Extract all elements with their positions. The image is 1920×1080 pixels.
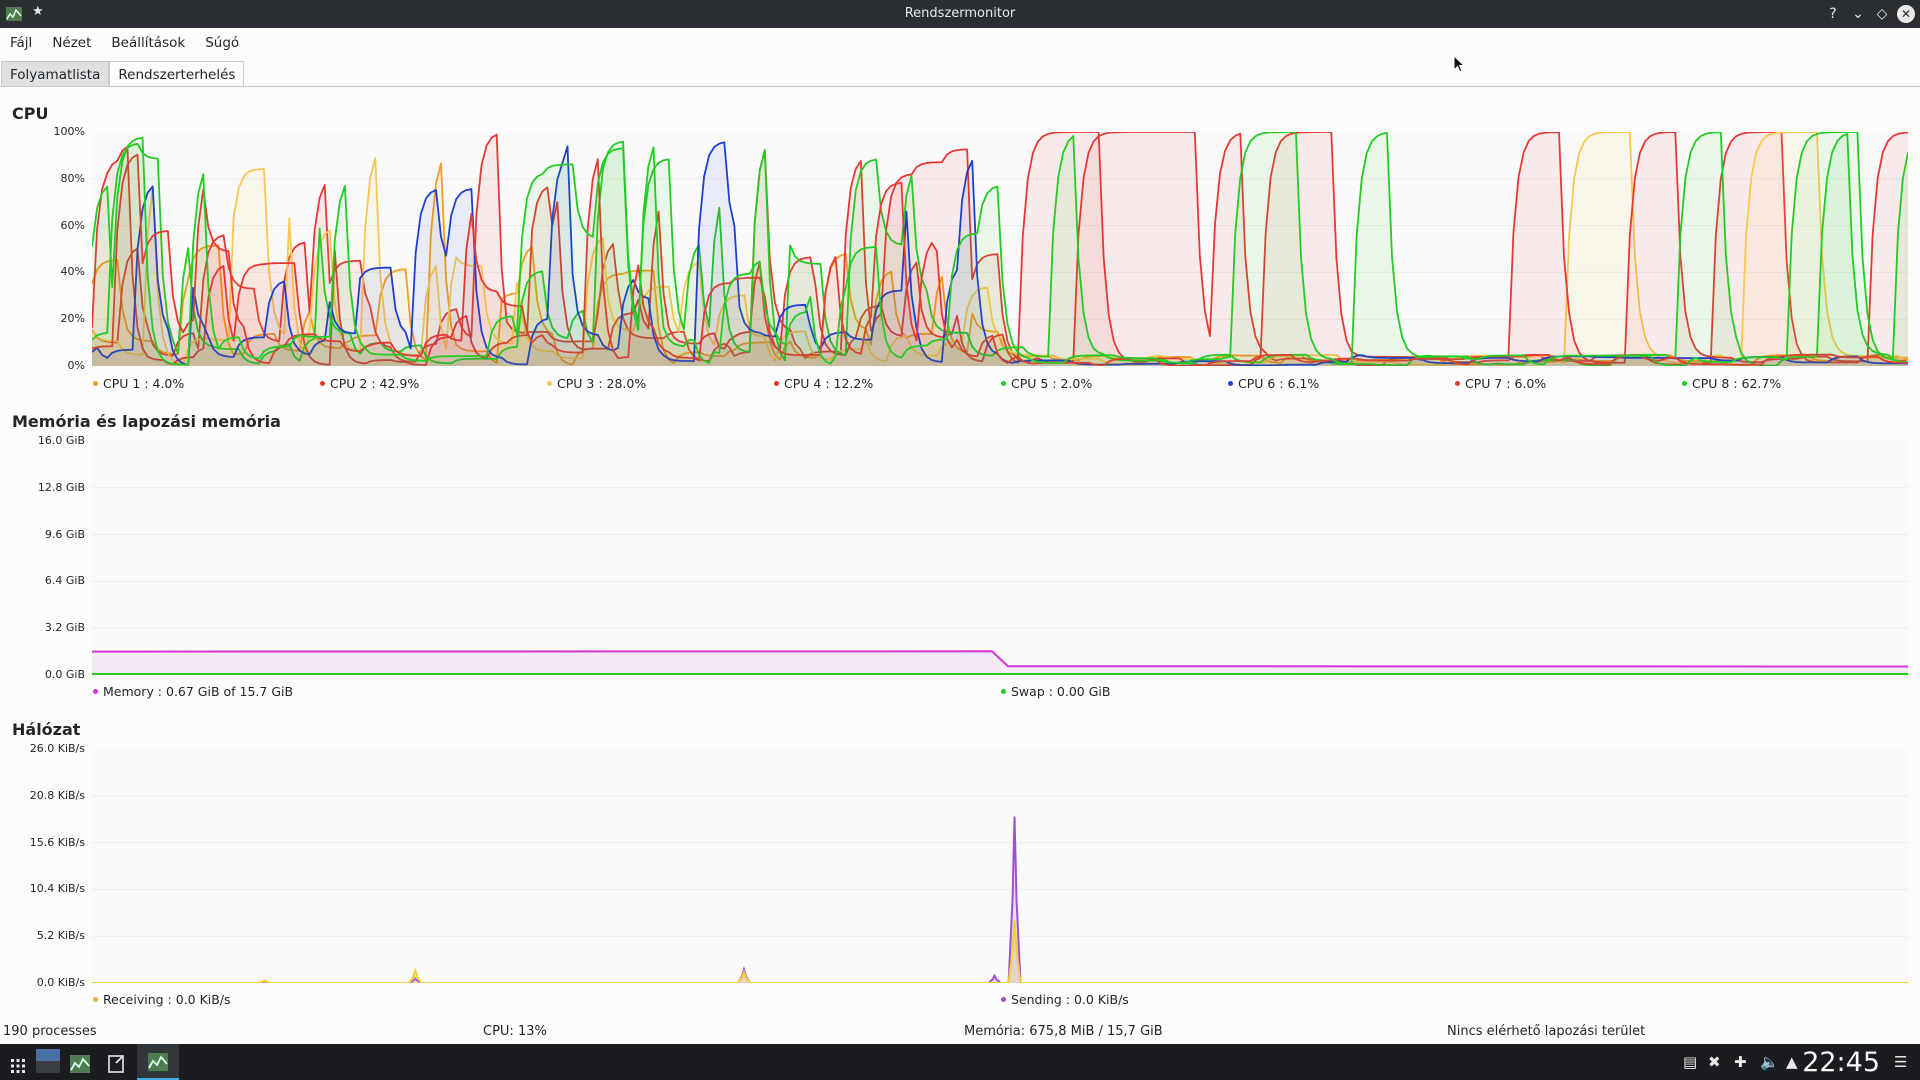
legend-label: CPU 3 : 28.0%: [557, 376, 647, 391]
cpu-legend-item: CPU 1 : 4.0%: [93, 376, 184, 391]
legend-color-dot: [547, 381, 552, 386]
legend-label: Sending : 0.0 KiB/s: [1011, 992, 1129, 1007]
legend-color-dot: [1001, 689, 1006, 694]
memory-section-title: Memória és lapozási memória: [12, 412, 281, 431]
memory-legend-item: Swap : 0.00 GiB: [1001, 684, 1110, 699]
menu-bar: Fájl Nézet Beállítások Súgó: [0, 31, 249, 55]
menu-view[interactable]: Nézet: [42, 31, 101, 55]
attachment-icon[interactable]: ✚: [1734, 1053, 1747, 1071]
cpu-legend-item: CPU 6 : 6.1%: [1228, 376, 1319, 391]
memory-y-tick: 0.0 GiB: [44, 668, 85, 681]
status-memory: Memória: 675,8 MiB / 15,7 GiB: [964, 1024, 1163, 1039]
memory-y-tick: 9.6 GiB: [44, 527, 85, 541]
app-launcher-icon[interactable]: [10, 1054, 26, 1078]
legend-color-dot: [93, 381, 98, 386]
legend-color-dot: [1001, 381, 1006, 386]
close-icon[interactable]: ✕: [1897, 5, 1915, 23]
legend-label: CPU 1 : 4.0%: [103, 376, 185, 391]
status-processes: 190 processes: [3, 1024, 97, 1039]
legend-label: CPU 4 : 12.2%: [784, 376, 874, 391]
legend-label: CPU 2 : 42.9%: [330, 376, 420, 391]
cpu-legend-item: CPU 5 : 2.0%: [1001, 376, 1092, 391]
legend-color-dot: [93, 689, 98, 694]
sending-line: [92, 816, 1908, 983]
tab-process-list[interactable]: Folyamatlista: [1, 61, 110, 87]
clipboard-icon[interactable]: ▤: [1683, 1053, 1697, 1071]
receiving-area: [92, 920, 1908, 983]
window-title: Rendszermonitor: [904, 6, 1016, 21]
network-y-tick: 26.0 KiB/s: [29, 742, 85, 755]
help-icon[interactable]: ?: [1823, 4, 1843, 24]
legend-label: CPU 7 : 6.0%: [1465, 376, 1547, 391]
active-task-system-monitor[interactable]: [137, 1044, 179, 1080]
menu-settings[interactable]: Beállítások: [101, 31, 195, 55]
cpu-y-tick: 100%: [53, 125, 85, 138]
legend-label: CPU 6 : 6.1%: [1238, 376, 1320, 391]
legend-label: Memory : 0.67 GiB of 15.7 GiB: [103, 684, 294, 699]
memory-area: [92, 651, 1908, 675]
network-legend-item: Receiving : 0.0 KiB/s: [93, 992, 231, 1007]
menu-help[interactable]: Súgó: [195, 31, 249, 55]
clock[interactable]: 22:45: [1802, 1047, 1880, 1078]
legend-color-dot: [774, 381, 779, 386]
legend-color-dot: [93, 997, 98, 1002]
memory-legend-item: Memory : 0.67 GiB of 15.7 GiB: [93, 684, 293, 699]
legend-label: CPU 8 : 62.7%: [1692, 376, 1782, 391]
tab-divider: [0, 86, 1920, 87]
network-y-tick: 0.0 KiB/s: [36, 976, 85, 989]
legend-label: Receiving : 0.0 KiB/s: [103, 992, 231, 1007]
taskbar: ▤ ✖ ✚ 🔈 ▲ 22:45 ☰: [0, 1044, 1920, 1080]
cpu-legend-item: CPU 7 : 6.0%: [1455, 376, 1546, 391]
memory-chart: [92, 441, 1908, 675]
legend-label: Swap : 0.00 GiB: [1011, 684, 1111, 699]
cpu-legend-item: CPU 2 : 42.9%: [320, 376, 419, 391]
expand-tray-icon[interactable]: ▲: [1786, 1053, 1798, 1071]
cpu-legend-item: CPU 4 : 12.2%: [774, 376, 873, 391]
receiving-line: [92, 919, 1908, 983]
network-y-tick: 5.2 KiB/s: [36, 929, 85, 943]
tab-system-load[interactable]: Rendszerterhelés: [109, 61, 245, 87]
system-monitor-task-icon[interactable]: [70, 1052, 90, 1076]
legend-color-dot: [1001, 997, 1006, 1002]
status-cpu: CPU: 13%: [483, 1024, 547, 1039]
cpu-y-tick: 60%: [60, 218, 85, 232]
cpu-y-tick: 0%: [67, 359, 85, 372]
maximize-icon[interactable]: ◇: [1872, 4, 1892, 24]
cpu-y-tick: 40%: [60, 265, 85, 279]
cpu-section-title: CPU: [12, 104, 49, 123]
network-legend-item: Sending : 0.0 KiB/s: [1001, 992, 1129, 1007]
cpu-y-tick: 80%: [60, 171, 85, 185]
memory-y-tick: 16.0 GiB: [37, 434, 85, 447]
tab-bar: Folyamatlista Rendszerterhelés: [1, 61, 245, 87]
title-bar: ★ Rendszermonitor ? ⌄ ◇ ✕: [0, 0, 1920, 28]
legend-color-dot: [320, 381, 325, 386]
memory-y-tick: 6.4 GiB: [44, 574, 85, 588]
cpu-y-tick: 20%: [60, 312, 85, 326]
network-y-tick: 15.6 KiB/s: [29, 835, 85, 849]
network-section-title: Hálózat: [12, 720, 81, 739]
menu-file[interactable]: Fájl: [0, 31, 42, 55]
network-y-tick: 10.4 KiB/s: [29, 882, 85, 896]
memory-y-tick: 3.2 GiB: [44, 621, 85, 635]
cpu-legend-item: CPU 8 : 62.7%: [1682, 376, 1781, 391]
network-y-tick: 20.8 KiB/s: [29, 788, 85, 802]
network-disconnected-icon[interactable]: ✖: [1708, 1053, 1721, 1071]
legend-color-dot: [1228, 381, 1233, 386]
network-chart: [92, 749, 1908, 983]
notes-task-icon[interactable]: [106, 1052, 126, 1076]
cpu-chart: [92, 132, 1908, 366]
legend-label: CPU 5 : 2.0%: [1011, 376, 1093, 391]
mouse-cursor-icon: [1453, 55, 1465, 73]
legend-color-dot: [1455, 381, 1460, 386]
minimize-icon[interactable]: ⌄: [1848, 4, 1868, 24]
menu-icon[interactable]: ☰: [1894, 1053, 1907, 1071]
status-swap: Nincs elérhető lapozási terület: [1447, 1024, 1646, 1039]
legend-color-dot: [1682, 381, 1687, 386]
memory-y-tick: 12.8 GiB: [37, 480, 85, 494]
volume-icon[interactable]: 🔈: [1760, 1053, 1779, 1071]
desktop-pager-icon[interactable]: [36, 1049, 60, 1073]
cpu-legend-item: CPU 3 : 28.0%: [547, 376, 646, 391]
system-monitor-active-icon: [148, 1053, 168, 1071]
sending-area: [92, 816, 1908, 983]
